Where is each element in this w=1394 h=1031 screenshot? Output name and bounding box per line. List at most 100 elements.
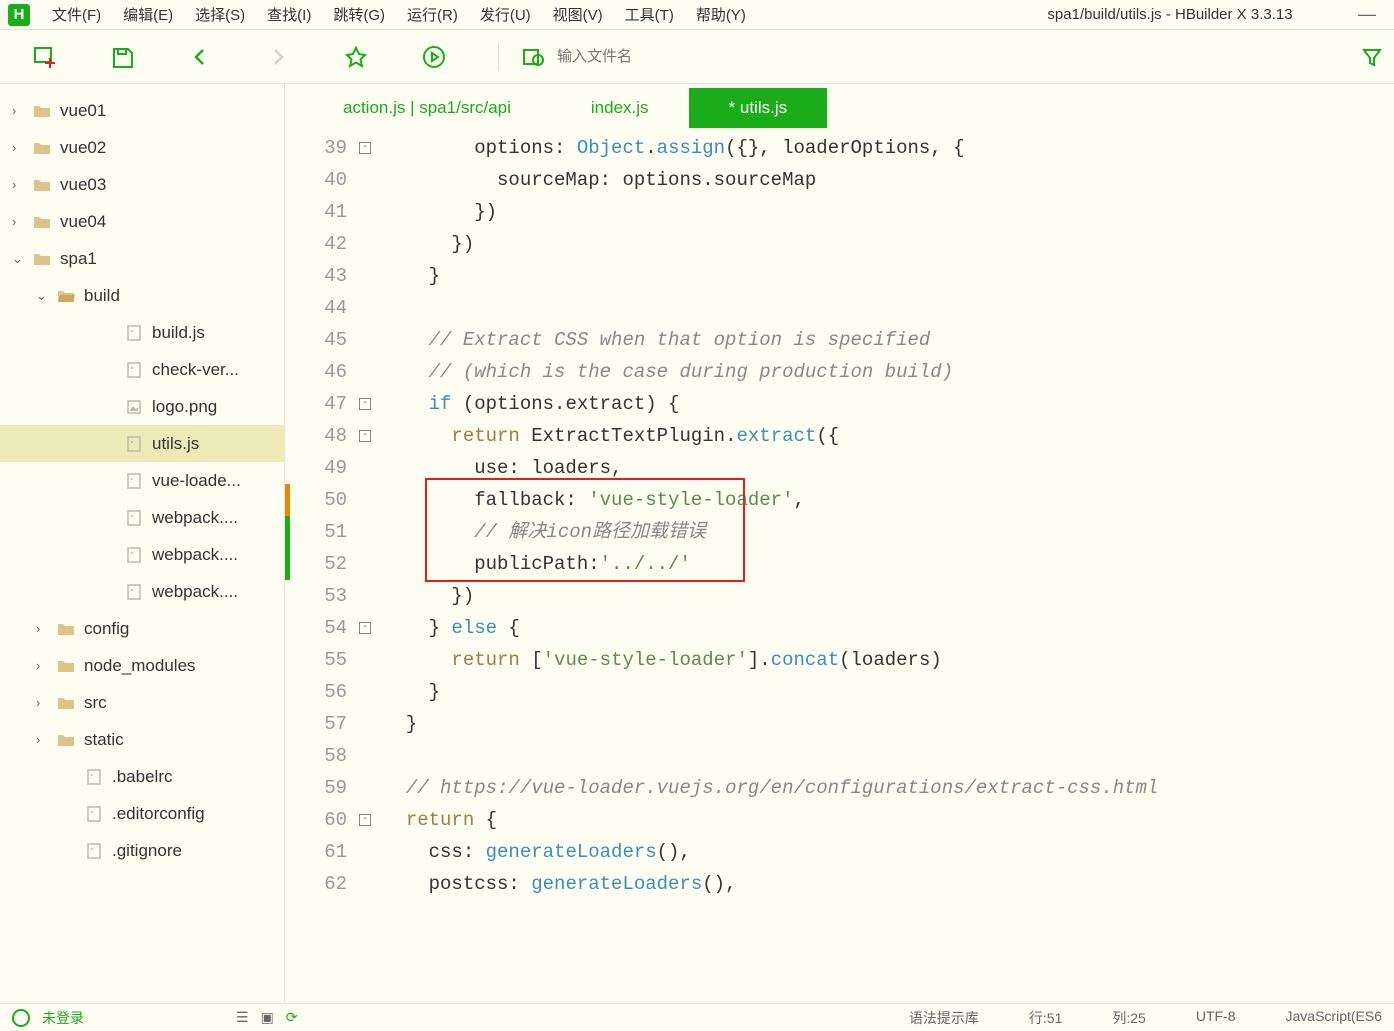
menu-items: 文件(F)编辑(E)选择(S)查找(I)跳转(G)运行(R)发行(U)视图(V)… xyxy=(42,0,756,29)
chevron-icon: › xyxy=(36,621,52,636)
editor-area: action.js | spa1/src/apiindex.js* utils.… xyxy=(285,84,1394,1003)
encoding[interactable]: UTF-8 xyxy=(1196,1008,1236,1028)
menu-编辑(E)[interactable]: 编辑(E) xyxy=(113,0,183,29)
filter-button[interactable] xyxy=(1358,43,1386,71)
code-line-52[interactable]: publicPath:'../../' xyxy=(383,548,1394,580)
menu-发行(U)[interactable]: 发行(U) xyxy=(470,0,541,29)
tree-item-logo.png[interactable]: logo.png xyxy=(0,388,284,425)
code-editor[interactable]: 3940414243444546474849505152535455565758… xyxy=(285,132,1394,1003)
tree-icon xyxy=(32,104,52,118)
code-line-39[interactable]: options: Object.assign({}, loaderOptions… xyxy=(383,132,1394,164)
tree-item-webpack....[interactable]: webpack.... xyxy=(0,536,284,573)
tree-item-build[interactable]: ⌄build xyxy=(0,277,284,314)
tree-item-node_modules[interactable]: ›node_modules xyxy=(0,647,284,684)
menu-查找(I)[interactable]: 查找(I) xyxy=(257,0,321,29)
fold-toggle[interactable]: - xyxy=(359,430,371,442)
file-explorer[interactable]: ›vue01›vue02›vue03›vue04⌄spa1⌄buildbuild… xyxy=(0,84,285,1003)
login-status[interactable]: 未登录 xyxy=(42,1008,84,1028)
tree-icon xyxy=(124,400,144,414)
code-line-44[interactable] xyxy=(383,292,1394,324)
code-line-51[interactable]: // 解决icon路径加载错误 xyxy=(383,516,1394,548)
tab-* utils.js[interactable]: * utils.js xyxy=(689,88,828,128)
code-line-43[interactable]: } xyxy=(383,260,1394,292)
menu-跳转(G)[interactable]: 跳转(G) xyxy=(323,0,395,29)
search-input[interactable] xyxy=(557,48,757,65)
tree-item-vue-loade...[interactable]: vue-loade... xyxy=(0,462,284,499)
code-line-58[interactable] xyxy=(383,740,1394,772)
tab-index.js[interactable]: index.js xyxy=(551,88,689,128)
menu-帮助(Y)[interactable]: 帮助(Y) xyxy=(686,0,756,29)
code-line-45[interactable]: // Extract CSS when that option is speci… xyxy=(383,324,1394,356)
save-button[interactable] xyxy=(108,43,136,71)
code-line-42[interactable]: }) xyxy=(383,228,1394,260)
tree-label: .babelrc xyxy=(112,767,172,787)
code-line-47[interactable]: if (options.extract) { xyxy=(383,388,1394,420)
back-button[interactable] xyxy=(186,43,214,71)
menu-运行(R)[interactable]: 运行(R) xyxy=(397,0,468,29)
tab-action.js | spa1/src/api[interactable]: action.js | spa1/src/api xyxy=(303,88,551,128)
tree-item-build.js[interactable]: build.js xyxy=(0,314,284,351)
code-line-56[interactable]: } xyxy=(383,676,1394,708)
fold-toggle[interactable]: - xyxy=(359,398,371,410)
line-gutter: 3940414243444546474849505152535455565758… xyxy=(290,132,355,1003)
forward-button[interactable] xyxy=(264,43,292,71)
tree-item-.editorconfig[interactable]: .editorconfig xyxy=(0,795,284,832)
tree-item-webpack....[interactable]: webpack.... xyxy=(0,573,284,610)
menu-文件(F)[interactable]: 文件(F) xyxy=(42,0,111,29)
app-logo: H xyxy=(8,4,30,26)
tree-item-vue03[interactable]: ›vue03 xyxy=(0,166,284,203)
code-content[interactable]: options: Object.assign({}, loaderOptions… xyxy=(375,132,1394,1003)
tree-item-spa1[interactable]: ⌄spa1 xyxy=(0,240,284,277)
menu-选择(S)[interactable]: 选择(S) xyxy=(185,0,255,29)
tree-item-utils.js[interactable]: utils.js xyxy=(0,425,284,462)
menu-工具(T)[interactable]: 工具(T) xyxy=(615,0,684,29)
code-line-55[interactable]: return ['vue-style-loader'].concat(loade… xyxy=(383,644,1394,676)
tree-item-vue01[interactable]: ›vue01 xyxy=(0,92,284,129)
tree-item-.gitignore[interactable]: .gitignore xyxy=(0,832,284,869)
tree-item-vue04[interactable]: ›vue04 xyxy=(0,203,284,240)
language-mode[interactable]: JavaScript(ES6 xyxy=(1286,1008,1382,1028)
code-line-41[interactable]: }) xyxy=(383,196,1394,228)
preview-button[interactable] xyxy=(519,43,547,71)
tree-label: logo.png xyxy=(152,397,217,417)
code-line-40[interactable]: sourceMap: options.sourceMap xyxy=(383,164,1394,196)
run-button[interactable] xyxy=(420,43,448,71)
menu-视图(V)[interactable]: 视图(V) xyxy=(543,0,613,29)
list-view-icon[interactable]: ☰ xyxy=(236,1009,249,1026)
statusbar: 未登录 ☰ ▣ ⟳ 语法提示库 行:51 列:25 UTF-8 JavaScri… xyxy=(0,1003,1394,1031)
tree-item-.babelrc[interactable]: .babelrc xyxy=(0,758,284,795)
tree-label: .editorconfig xyxy=(112,804,205,824)
code-line-48[interactable]: return ExtractTextPlugin.extract({ xyxy=(383,420,1394,452)
code-line-54[interactable]: } else { xyxy=(383,612,1394,644)
code-line-59[interactable]: // https://vue-loader.vuejs.org/en/confi… xyxy=(383,772,1394,804)
code-line-62[interactable]: postcss: generateLoaders(), xyxy=(383,868,1394,900)
chevron-icon: ⌄ xyxy=(12,251,28,267)
fold-toggle[interactable]: - xyxy=(359,622,371,634)
code-line-50[interactable]: fallback: 'vue-style-loader', xyxy=(383,484,1394,516)
favorite-button[interactable] xyxy=(342,43,370,71)
tree-item-static[interactable]: ›static xyxy=(0,721,284,758)
new-file-button[interactable] xyxy=(30,43,58,71)
user-icon[interactable] xyxy=(12,1009,30,1027)
minimize-button[interactable]: — xyxy=(1358,4,1376,25)
tree-item-vue02[interactable]: ›vue02 xyxy=(0,129,284,166)
code-line-49[interactable]: use: loaders, xyxy=(383,452,1394,484)
tree-item-webpack....[interactable]: webpack.... xyxy=(0,499,284,536)
terminal-icon[interactable]: ▣ xyxy=(261,1009,274,1026)
tree-label: config xyxy=(84,619,129,639)
fold-toggle[interactable]: - xyxy=(359,142,371,154)
code-line-57[interactable]: } xyxy=(383,708,1394,740)
code-line-53[interactable]: }) xyxy=(383,580,1394,612)
sync-icon[interactable]: ⟳ xyxy=(286,1009,298,1026)
code-line-60[interactable]: return { xyxy=(383,804,1394,836)
code-line-61[interactable]: css: generateLoaders(), xyxy=(383,836,1394,868)
syntax-library[interactable]: 语法提示库 xyxy=(909,1008,979,1028)
tree-icon xyxy=(124,436,144,452)
tree-item-check-ver...[interactable]: check-ver... xyxy=(0,351,284,388)
code-line-46[interactable]: // (which is the case during production … xyxy=(383,356,1394,388)
tree-item-src[interactable]: ›src xyxy=(0,684,284,721)
fold-toggle[interactable]: - xyxy=(359,814,371,826)
tree-item-config[interactable]: › config xyxy=(0,610,284,647)
tree-label: utils.js xyxy=(152,434,199,454)
tree-label: webpack.... xyxy=(152,545,238,565)
